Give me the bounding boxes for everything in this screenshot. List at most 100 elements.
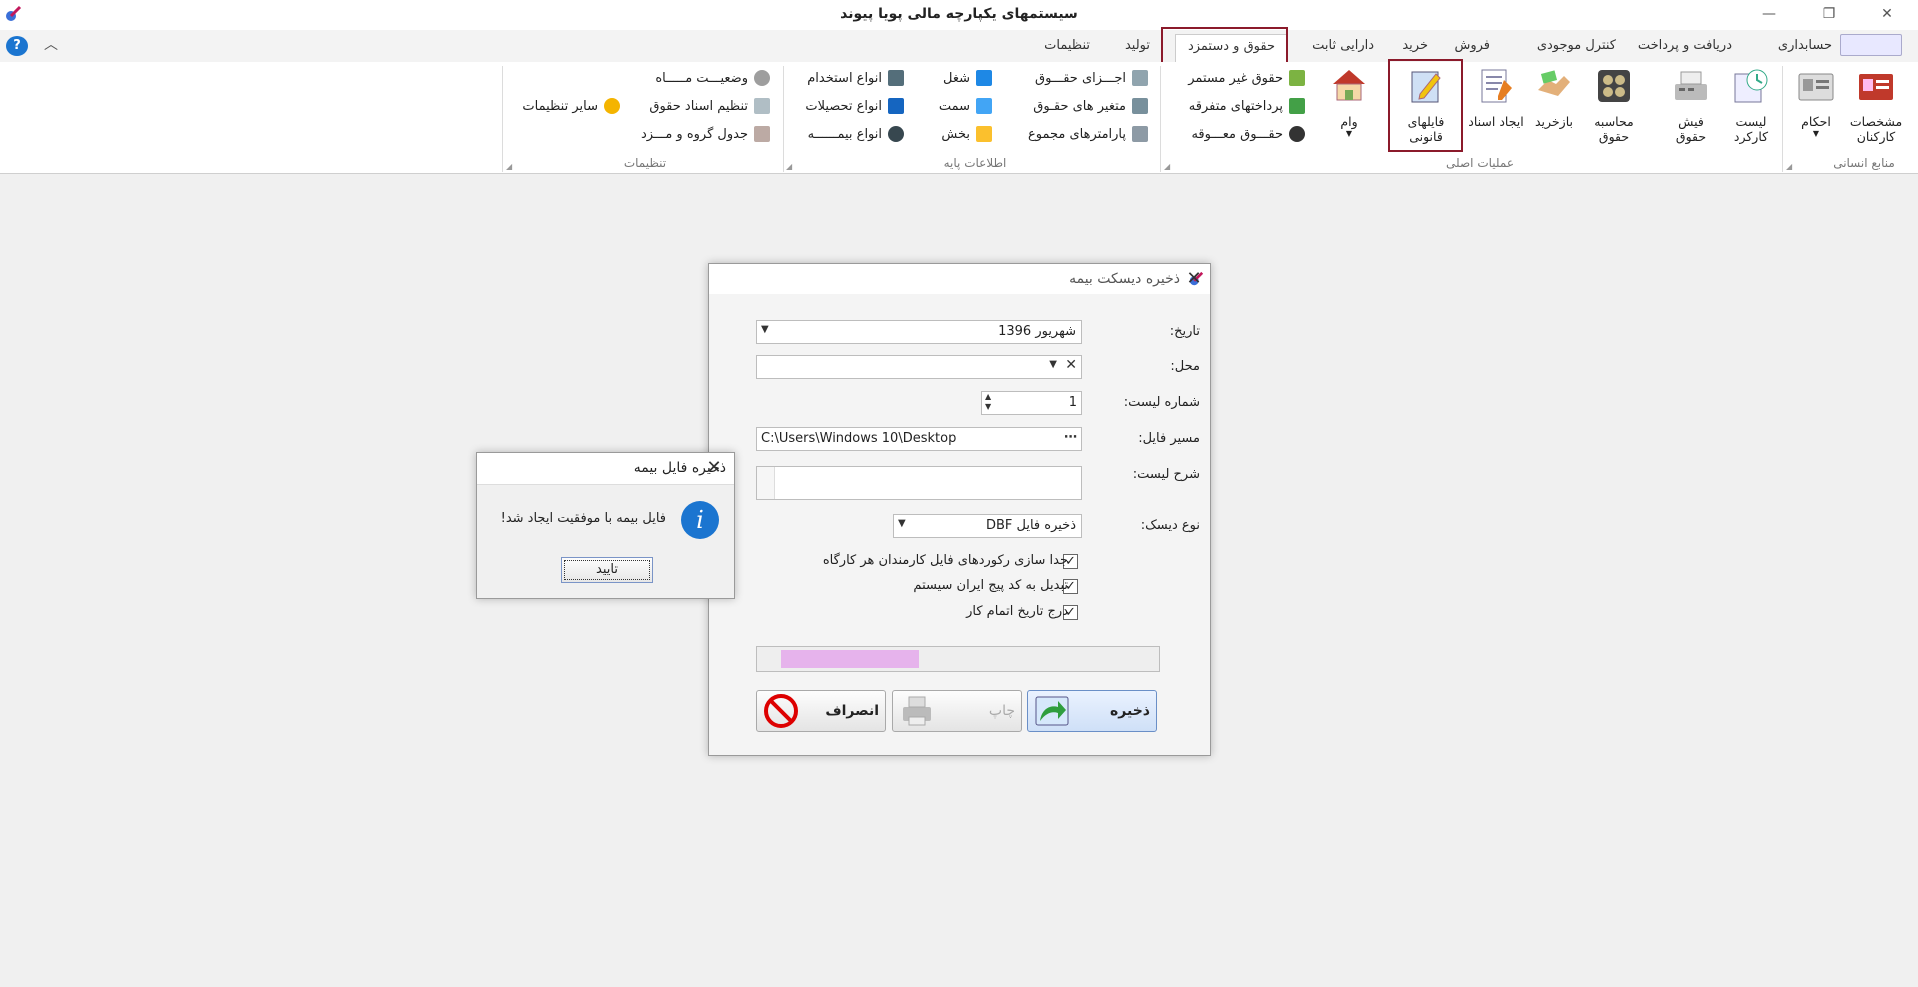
group-launcher-icon[interactable]: ◢ (1164, 162, 1170, 171)
salary-doc-setup-button[interactable]: تنظیم اسناد حقوق (649, 96, 770, 116)
recalc-button[interactable]: بازخرید (1526, 66, 1582, 152)
tab-highlight-box (1161, 27, 1288, 66)
section-button[interactable]: بخش (941, 124, 992, 144)
misc-payments-button[interactable]: پرداختهای متفرقه (1189, 96, 1305, 116)
ribbon: مشخصات کارکنان احکام ▼ منابع انسانی ◢ لی… (0, 62, 1918, 174)
description-textarea[interactable] (756, 466, 1082, 500)
position-button[interactable]: سمت (939, 96, 992, 116)
group-launcher-icon[interactable]: ◢ (786, 162, 792, 171)
browse-icon[interactable]: ⋯ (1064, 430, 1077, 445)
chevron-down-icon[interactable]: ▼ (761, 324, 769, 335)
quick-access-icon[interactable] (1840, 34, 1902, 56)
non-continuous-button[interactable]: حقوق غیر مستمر (1188, 68, 1305, 88)
info-icon: i (681, 501, 719, 539)
tab-fixed-assets[interactable]: دارایی ثابت (1312, 38, 1374, 53)
group-separator (502, 66, 503, 172)
message-text: فایل بیمه با موفقیت ایجاد شد! (500, 511, 666, 526)
cash-icon (1289, 98, 1305, 114)
cancel-button[interactable]: انصراف (756, 690, 886, 732)
group-separator (783, 66, 784, 172)
table-icon (1132, 98, 1148, 114)
cancel-icon (764, 694, 798, 728)
minimize-icon[interactable]: — (1746, 0, 1792, 28)
group-launcher-icon[interactable]: ◢ (1786, 162, 1792, 171)
tab-production[interactable]: تولید (1125, 38, 1150, 53)
ok-button[interactable]: تایید (561, 557, 653, 583)
decrees-button[interactable]: احکام ▼ (1788, 66, 1844, 152)
employees-button[interactable]: مشخصات کارکنان (1848, 66, 1904, 152)
legal-files-highlight-box (1388, 59, 1463, 152)
disk-type-label: نوع دیسک: (1140, 518, 1200, 533)
timesheet-button[interactable]: لیست کارکرد (1723, 66, 1779, 152)
convert-codepage-label: تبدیل به کد پیج ایران سیستم (913, 578, 1068, 593)
close-icon[interactable]: ✕ (1183, 268, 1205, 290)
end-date-label: درج تاریخ اتمام کار (966, 604, 1068, 619)
group-launcher-icon[interactable]: ◢ (506, 162, 512, 171)
spin-arrows-icon[interactable]: ▲ ▼ (985, 392, 991, 412)
group-separator (1160, 66, 1161, 172)
wage-table-button[interactable]: جدول گروه و مـــزد (641, 124, 770, 144)
tab-accounting[interactable]: حسابداری (1778, 38, 1832, 53)
month-clock-icon (754, 70, 770, 86)
create-docs-button[interactable]: ایجاد اسناد (1468, 66, 1524, 152)
print-button[interactable]: چاپ (892, 690, 1022, 732)
calculator-icon (1598, 70, 1630, 102)
save-button[interactable]: ذخیره (1027, 690, 1157, 732)
job-button[interactable]: شغل (943, 68, 992, 88)
employee-card-icon (1859, 74, 1893, 100)
group-separator (1782, 66, 1783, 172)
salary-parts-button[interactable]: اجـــزای حقـــوق (1035, 68, 1148, 88)
other-settings-button[interactable]: سایر تنظیمات (522, 96, 620, 116)
restore-icon[interactable]: ❐ (1806, 0, 1852, 28)
chevron-down-icon: ▼ (1812, 129, 1820, 138)
briefcase-icon (976, 70, 992, 86)
scrollbar[interactable] (757, 467, 775, 499)
deferred-salary-button[interactable]: حقـــوق معـــوقه (1191, 124, 1305, 144)
chevron-down-icon[interactable]: ▼ (898, 518, 906, 529)
close-icon[interactable]: ✕ (703, 457, 725, 479)
close-icon[interactable]: ✕ (1864, 0, 1910, 28)
people-icon (976, 126, 992, 142)
group-label-base-info: اطلاعات پایه (943, 156, 1007, 170)
group-label-settings: تنظیمات (623, 156, 667, 170)
description-label: شرح لیست: (1132, 467, 1200, 482)
disk-type-select[interactable]: ذخیره فایل DBF ▼ (893, 514, 1082, 538)
insurance-types-button[interactable]: انواع بیمــــــه (808, 124, 904, 144)
payslip-button[interactable]: فیش حقوق (1663, 66, 1719, 152)
document-edit-icon (1481, 69, 1512, 103)
ribbon-tab-row: ? ︿ حسابداری دریافت و پرداخت کنترل موجود… (0, 30, 1918, 62)
printer-icon (903, 696, 931, 726)
calc-salary-button[interactable]: محاسبه حقوق (1586, 66, 1642, 152)
month-status-button[interactable]: وضعیـــت مـــــاه (655, 68, 770, 88)
location-select[interactable]: ✕ ▼ (756, 355, 1082, 379)
tab-sales[interactable]: فروش (1454, 38, 1490, 53)
loan-button[interactable]: وام ▼ (1321, 66, 1377, 152)
dialog-title-bar: ذخیره دیسکت بیمه ✕ (709, 264, 1210, 294)
collapse-ribbon-icon[interactable]: ︿ (44, 34, 58, 54)
tab-purchase[interactable]: خرید (1402, 38, 1428, 53)
employment-types-button[interactable]: انواع استخدام (807, 68, 904, 88)
insurance-disk-dialog: ذخیره دیسکت بیمه ✕ تاریخ: شهریور 1396 ▼ … (708, 263, 1211, 756)
salary-vars-button[interactable]: متغیر های حقـوق (1033, 96, 1148, 116)
graduation-cap-icon (888, 98, 904, 114)
save-arrow-icon (1035, 696, 1069, 726)
tab-receive-pay[interactable]: دریافت و پرداخت (1638, 38, 1732, 53)
clock-list-icon (1734, 69, 1768, 103)
house-loan-icon (1333, 70, 1365, 101)
list-number-stepper[interactable]: 1 ▲ ▼ (981, 391, 1082, 415)
location-label: محل: (1170, 359, 1200, 374)
education-types-button[interactable]: انواع تحصیلات (805, 96, 904, 116)
date-select[interactable]: شهریور 1396 ▼ (756, 320, 1082, 344)
chevron-down-icon: ▼ (1345, 129, 1353, 138)
chevron-down-icon[interactable]: ▼ (1049, 359, 1057, 370)
file-path-input[interactable]: C:\Users\Windows 10\Desktop ⋯ (756, 427, 1082, 451)
progress-bar (756, 646, 1160, 672)
total-params-button[interactable]: پارامترهای مجموع (1028, 124, 1148, 144)
tab-inventory[interactable]: کنترل موجودی (1537, 38, 1616, 53)
help-icon[interactable]: ? (6, 36, 28, 56)
rank-icon (976, 98, 992, 114)
message-box: ذخیره فایل بیمه ✕ i فایل بیمه با موفقیت … (476, 452, 735, 599)
clear-icon[interactable]: ✕ (1065, 357, 1077, 373)
tab-settings[interactable]: تنظیمات (1044, 38, 1090, 53)
dialog-title: ذخیره دیسکت بیمه (1069, 271, 1180, 287)
